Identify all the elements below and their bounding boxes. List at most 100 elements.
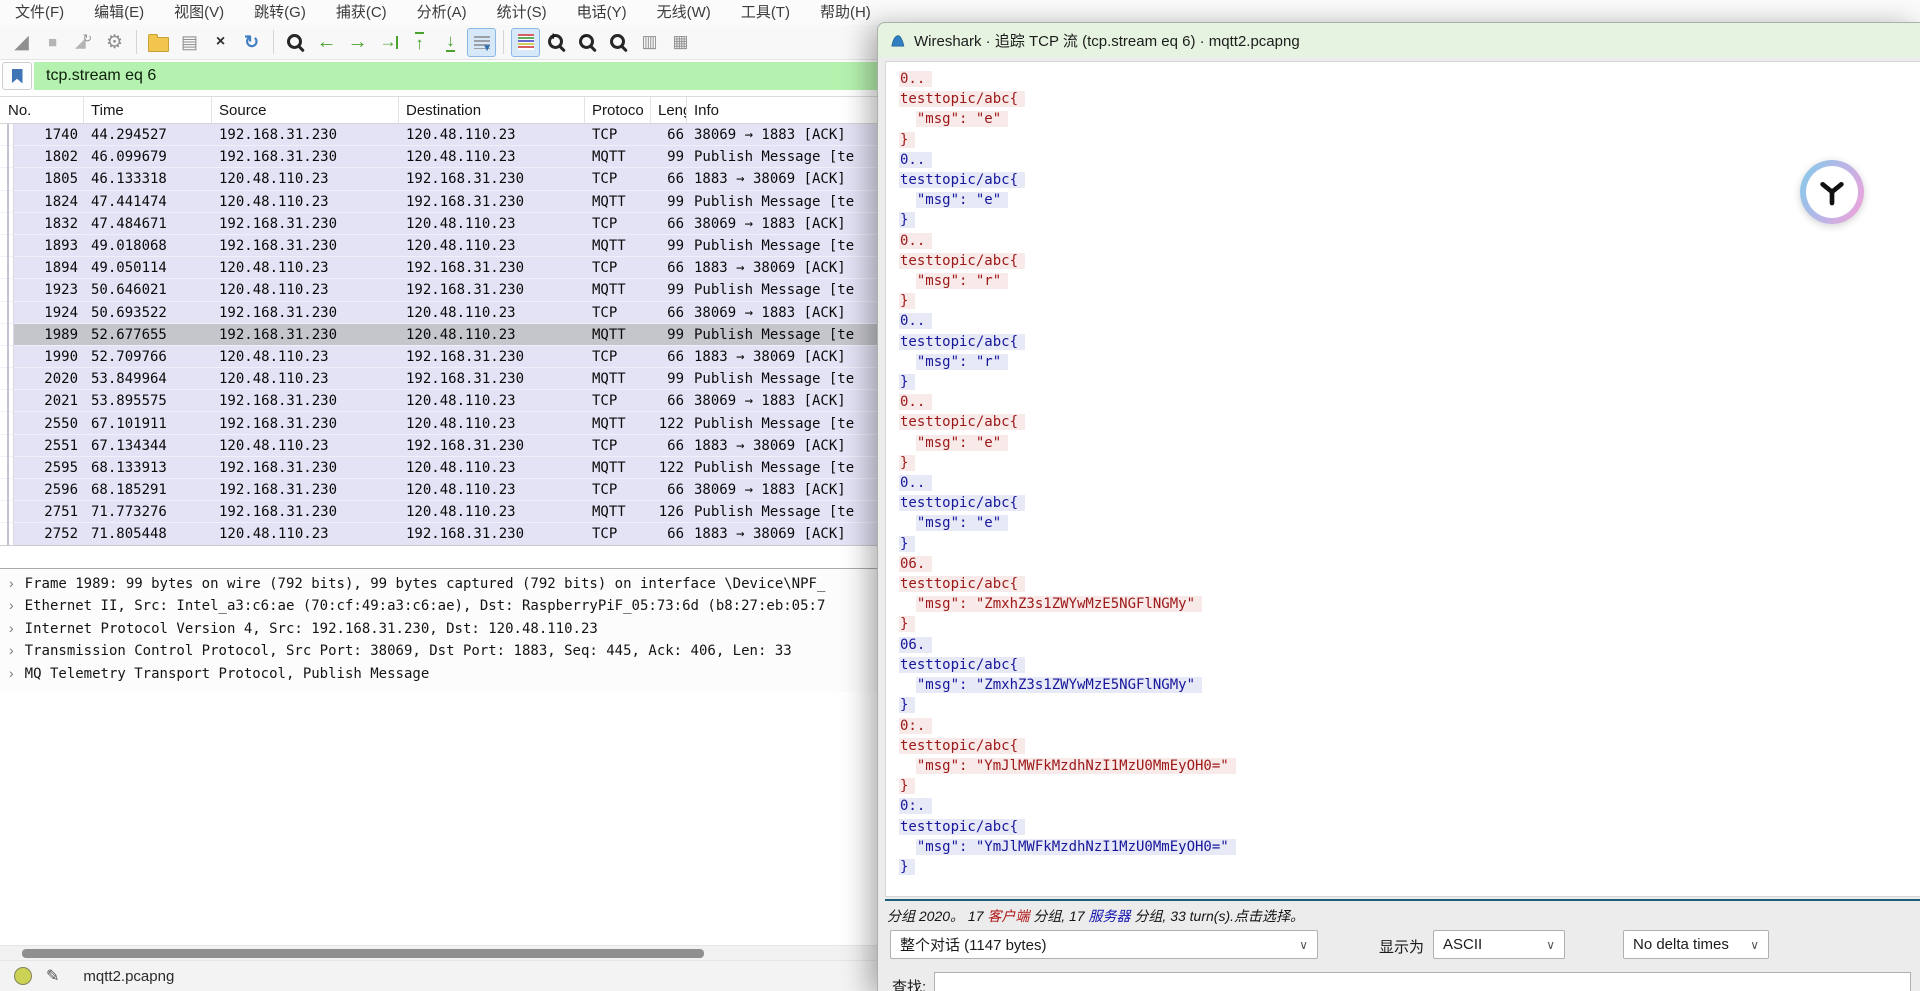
stream-line: 0:. [899,716,1920,736]
colorize-icon[interactable] [511,28,540,57]
stream-line: 0.. [899,231,1920,251]
server-packets-link[interactable]: 服务器 [1089,908,1131,924]
menu-item[interactable]: 统计(S) [482,0,562,25]
expand-chevron-icon[interactable]: › [9,642,14,658]
bookmark-icon [12,69,23,84]
stream-line: 06. [899,554,1920,574]
scrollbar-thumb[interactable] [22,949,704,958]
go-to-bottom-icon[interactable]: ↓ [436,28,465,57]
stream-line: } [899,614,1920,634]
go-back-icon[interactable]: ← [312,28,341,57]
column-header[interactable]: Protoco [585,97,651,123]
client-packets-link[interactable]: 客户端 [987,908,1029,924]
expert-info-icon[interactable] [14,967,32,985]
go-forward-icon[interactable]: → [343,28,372,57]
wireshark-fin-icon [889,32,906,49]
menu-item[interactable]: 跳转(G) [239,0,321,25]
go-to-top-icon[interactable]: ↑ [405,28,434,57]
stream-line: } [899,695,1920,715]
stream-line: testtopic/abc{ [899,170,1920,190]
zoom-reset-icon[interactable] [604,28,633,57]
hint-suffix: 分组, 33 turn(s).点击选择。 [1131,908,1304,924]
stream-line: testtopic/abc{ [899,574,1920,594]
expand-chevron-icon[interactable]: › [9,575,14,591]
stream-line: "msg": "ZmxhZ3s1ZWYwMzE5NGFlNGMy" [899,594,1920,614]
menu-item[interactable]: 分析(A) [402,0,482,25]
stop-capture-icon[interactable]: ■ [38,28,67,57]
stream-line: "msg": "ZmxhZ3s1ZWYwMzE5NGFlNGMy" [899,675,1920,695]
chevron-down-icon: ∨ [1546,938,1555,952]
stream-line: 06. [899,635,1920,655]
menu-item[interactable]: 编辑(E) [79,0,159,25]
expand-chevron-icon[interactable]: › [9,597,14,613]
auto-scroll-icon[interactable]: ▼ [467,28,496,57]
column-header[interactable]: Time [84,97,212,123]
column-header[interactable]: Lengt [651,97,687,123]
find-label: 查找: [892,976,926,991]
find-input[interactable] [934,972,1911,991]
floating-logo-badge[interactable] [1800,160,1864,224]
restart-capture-icon[interactable]: ◢↻ [69,28,98,57]
dialog-title: Wireshark · 追踪 TCP 流 (tcp.stream eq 6) ·… [914,30,1300,51]
stream-line: testtopic/abc{ [899,817,1920,837]
chevron-down-icon: ∨ [1299,938,1308,952]
close-file-icon[interactable]: × [206,28,235,57]
menu-item[interactable]: 视图(V) [159,0,239,25]
save-file-icon[interactable]: ▤ [175,28,204,57]
stream-line: testtopic/abc{ [899,655,1920,675]
stream-line: testtopic/abc{ [899,493,1920,513]
chevron-down-icon: ∨ [1750,938,1759,952]
stream-line: } [899,453,1920,473]
conversation-select[interactable]: 整个对话 (1147 bytes) ∨ [890,930,1318,959]
hint-prefix: 分组 2020。 17 [887,908,987,924]
toolbar-separator [503,30,504,54]
menu-item[interactable]: 捕获(C) [321,0,402,25]
follow-tcp-stream-dialog: Wireshark · 追踪 TCP 流 (tcp.stream eq 6) ·… [877,22,1920,991]
capture-comment-icon[interactable]: ✎ [46,966,59,986]
zoom-out-icon[interactable]: − [573,28,602,57]
find-packet-icon[interactable] [281,28,310,57]
delta-times-select[interactable]: No delta times ∨ [1623,930,1769,959]
show-as-select[interactable]: ASCII ∨ [1433,930,1565,959]
column-header[interactable]: Source [212,97,399,123]
menu-item[interactable]: 帮助(H) [805,0,886,25]
go-to-packet-icon[interactable]: → [374,28,403,57]
stream-line: "msg": "r" [899,352,1920,372]
stream-line: 0.. [899,69,1920,89]
stream-line: 0.. [899,473,1920,493]
dialog-title-bar[interactable]: Wireshark · 追踪 TCP 流 (tcp.stream eq 6) ·… [878,23,1920,57]
stream-line: } [899,372,1920,392]
start-capture-icon[interactable]: ◢ [7,28,36,57]
stream-text[interactable]: 0..testtopic/abc{ "msg": "e"}0..testtopi… [885,61,1920,897]
capture-options-icon[interactable]: ⚙ [100,28,129,57]
stream-line: } [899,210,1920,230]
stream-line: testtopic/abc{ [899,736,1920,756]
filter-bookmark-button[interactable] [2,62,32,90]
reload-file-icon[interactable]: ↻ [237,28,266,57]
menu-item[interactable]: 工具(T) [726,0,805,25]
delta-value: No delta times [1633,936,1729,953]
status-filename: mqtt2.pcapng [83,968,174,985]
zoom-in-icon[interactable]: + [542,28,571,57]
open-file-icon[interactable] [144,28,173,57]
menu-item[interactable]: 无线(W) [642,0,726,25]
column-header[interactable]: Destination [399,97,585,123]
menu-item[interactable]: 文件(F) [0,0,79,25]
expand-chevron-icon[interactable]: › [9,665,14,681]
expand-chevron-icon[interactable]: › [9,620,14,636]
filter-value: tcp.stream eq 6 [46,67,156,85]
stream-line: 0.. [899,311,1920,331]
stream-line: 0:. [899,796,1920,816]
stream-line: "msg": "e" [899,190,1920,210]
resize-columns-icon[interactable]: ▥ [635,28,664,57]
trident-logo-icon [1806,166,1858,218]
numbered-columns-icon[interactable]: ▦ [666,28,695,57]
stream-line: "msg": "e" [899,513,1920,533]
stream-line: } [899,130,1920,150]
stream-line: testtopic/abc{ [899,412,1920,432]
stream-line: testtopic/abc{ [899,89,1920,109]
stream-hint: 分组 2020。 17 客户端 分组, 17 服务器 分组, 33 turn(s… [887,906,1304,926]
column-header[interactable]: No. [0,97,84,123]
menu-item[interactable]: 电话(Y) [562,0,642,25]
stream-line: testtopic/abc{ [899,332,1920,352]
